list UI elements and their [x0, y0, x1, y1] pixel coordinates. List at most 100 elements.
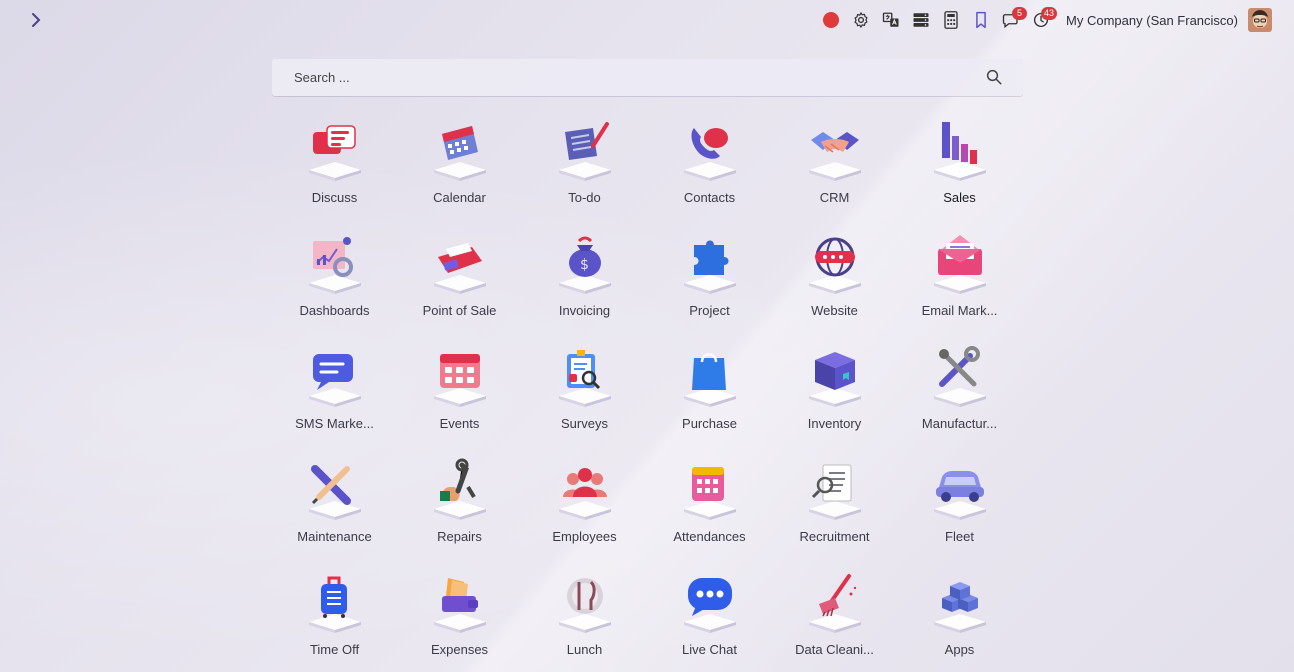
app-crm[interactable]: CRM [772, 118, 897, 231]
app-label: Dashboards [299, 303, 370, 318]
manufacturing-icon [928, 344, 992, 408]
app-employees[interactable]: Employees [522, 457, 647, 570]
point-of-sale-icon [428, 231, 492, 295]
translate-icon [882, 12, 899, 27]
lunch-icon [553, 570, 617, 634]
app-label: Expenses [430, 642, 489, 657]
app-label: Time Off [309, 642, 360, 657]
record-button[interactable] [816, 8, 846, 32]
company-switcher[interactable]: My Company (San Francisco) [1066, 13, 1238, 28]
app-label: Calendar [433, 190, 486, 205]
app-label: Email Mark... [921, 303, 998, 318]
systray: 5 43 My Company (San Francisco) [816, 7, 1272, 32]
bookmark-icon [976, 11, 986, 29]
app-label: Manufactur... [921, 416, 998, 431]
app-label: Fleet [945, 529, 974, 544]
app-invoicing[interactable]: $ Invoicing [522, 231, 647, 344]
app-recruitment[interactable]: Recruitment [772, 457, 897, 570]
app-label: Surveys [561, 416, 608, 431]
app-fleet[interactable]: Fleet [897, 457, 1022, 570]
user-avatar-icon [1248, 8, 1272, 32]
events-icon [428, 344, 492, 408]
project-icon [678, 231, 742, 295]
bookmark-button[interactable] [966, 8, 996, 32]
app-label: Inventory [807, 416, 862, 431]
activities-badge: 43 [1041, 7, 1058, 20]
sales-icon [928, 118, 992, 182]
translate-button[interactable] [876, 8, 906, 32]
app-label: Website [811, 303, 858, 318]
app-attendances[interactable]: Attendances [647, 457, 772, 570]
app-maintenance[interactable]: Maintenance [272, 457, 397, 570]
search-button[interactable] [985, 68, 1005, 88]
calculator-icon [944, 11, 958, 29]
avatar[interactable] [1248, 8, 1272, 32]
app-dashboards[interactable]: Dashboards [272, 231, 397, 344]
app-label: Attendances [673, 529, 746, 544]
live-chat-icon [678, 570, 742, 634]
app-time-off[interactable]: Time Off [272, 570, 397, 672]
app-email-marketing[interactable]: Email Mark... [897, 231, 1022, 344]
website-icon [803, 231, 867, 295]
app-point-of-sale[interactable]: Point of Sale [397, 231, 522, 344]
app-discuss[interactable]: Discuss [272, 118, 397, 231]
app-label: Purchase [682, 416, 737, 431]
app-sms-marketing[interactable]: SMS Marke... [272, 344, 397, 457]
fleet-icon [928, 457, 992, 521]
app-calendar[interactable]: Calendar [397, 118, 522, 231]
purchase-icon [678, 344, 742, 408]
app-label: Lunch [566, 642, 603, 657]
dashboards-icon [303, 231, 367, 295]
activities-button[interactable]: 43 [1026, 7, 1058, 32]
menu-toggle-button[interactable] [26, 10, 46, 30]
employees-icon [553, 457, 617, 521]
search-bar [272, 59, 1023, 96]
messages-badge: 5 [1012, 7, 1028, 20]
app-label: Live Chat [682, 642, 737, 657]
app-website[interactable]: Website [772, 231, 897, 344]
app-data-cleaning[interactable]: Data Cleani... [772, 570, 897, 672]
app-manufacturing[interactable]: Manufactur... [897, 344, 1022, 457]
email-marketing-icon [928, 231, 992, 295]
time-off-icon [303, 570, 367, 634]
invoicing-icon: $ [553, 231, 617, 295]
app-project[interactable]: Project [647, 231, 772, 344]
app-sales[interactable]: Sales [897, 118, 1022, 231]
app-lunch[interactable]: Lunch [522, 570, 647, 672]
app-label: SMS Marke... [295, 416, 374, 431]
sms-marketing-icon [303, 344, 367, 408]
expenses-icon [428, 570, 492, 634]
messages-button[interactable]: 5 [996, 7, 1028, 32]
chevron-right-icon [32, 13, 41, 27]
maintenance-icon [303, 457, 367, 521]
recruitment-icon [803, 457, 867, 521]
app-live-chat[interactable]: Live Chat [647, 570, 772, 672]
app-label: Recruitment [799, 529, 870, 544]
app-label: Apps [944, 642, 975, 657]
top-bar: 5 43 My Company (San Francisco) [0, 0, 1294, 40]
server-icon [913, 13, 929, 27]
app-events[interactable]: Events [397, 344, 522, 457]
settings-button[interactable] [846, 8, 876, 32]
app-purchase[interactable]: Purchase [647, 344, 772, 457]
app-repairs[interactable]: Repairs [397, 457, 522, 570]
app-label: Maintenance [297, 529, 372, 544]
app-todo[interactable]: To-do [522, 118, 647, 231]
discuss-icon [303, 118, 367, 182]
settings-icon [854, 12, 868, 28]
search-icon [986, 69, 1002, 85]
app-contacts[interactable]: Contacts [647, 118, 772, 231]
app-label: Point of Sale [422, 303, 497, 318]
crm-icon [803, 118, 867, 182]
app-expenses[interactable]: Expenses [397, 570, 522, 672]
server-button[interactable] [906, 8, 936, 32]
todo-icon [553, 118, 617, 182]
search-input[interactable] [272, 59, 1023, 96]
contacts-icon [678, 118, 742, 182]
calculator-button[interactable] [936, 8, 966, 32]
app-apps[interactable]: Apps [897, 570, 1022, 672]
app-label: Discuss [311, 190, 358, 205]
apps-icon [928, 570, 992, 634]
app-inventory[interactable]: Inventory [772, 344, 897, 457]
app-surveys[interactable]: Surveys [522, 344, 647, 457]
